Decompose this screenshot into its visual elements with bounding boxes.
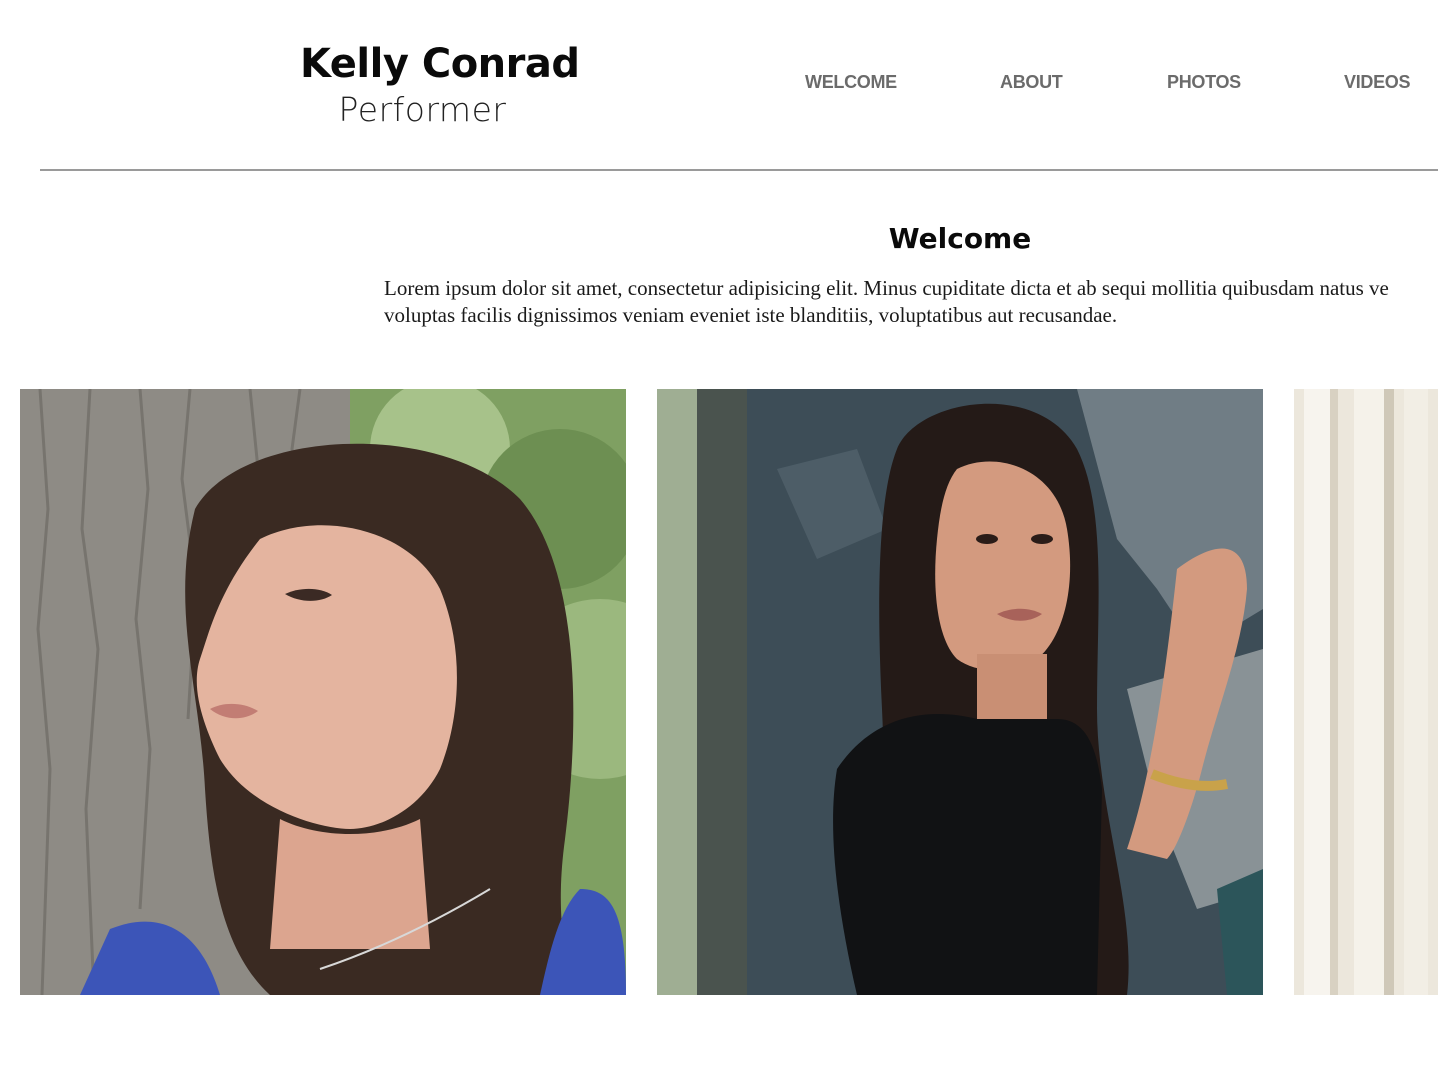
- gallery-photo[interactable]: [20, 389, 626, 995]
- welcome-text-line: voluptas facilis dignissimos veniam even…: [384, 303, 1118, 327]
- welcome-text-line: Lorem ipsum dolor sit amet, consectetur …: [384, 276, 1389, 300]
- header-divider: [40, 169, 1438, 171]
- nav-photos-link[interactable]: PHOTOS: [1167, 72, 1241, 93]
- portrait-image: [20, 389, 626, 995]
- nav-about-link[interactable]: ABOUT: [1000, 72, 1063, 93]
- welcome-text: Lorem ipsum dolor sit amet, consectetur …: [384, 275, 1438, 331]
- gallery-photo[interactable]: [1294, 389, 1438, 995]
- nav-videos-link[interactable]: VIDEOS: [1344, 72, 1411, 93]
- portrait-image: [657, 389, 1263, 995]
- main-nav: WELCOME ABOUT PHOTOS VIDEOS: [0, 72, 1438, 98]
- gallery-photo[interactable]: [657, 389, 1263, 995]
- welcome-heading: Welcome: [888, 222, 1032, 255]
- nav-welcome-link[interactable]: WELCOME: [805, 72, 897, 93]
- photo-image: [1294, 389, 1438, 995]
